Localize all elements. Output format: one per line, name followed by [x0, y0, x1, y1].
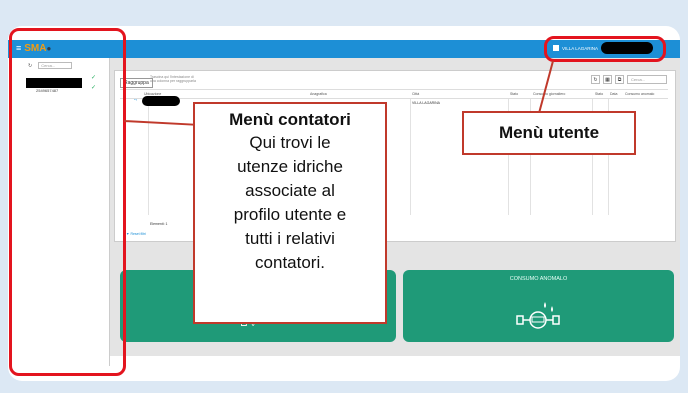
export-icon[interactable]: ⧉: [615, 75, 624, 84]
water-meter-icon: [516, 302, 560, 329]
reset-filters-link[interactable]: ▼ Reset filtri: [126, 232, 146, 236]
reset-label: Reset filtri: [130, 232, 146, 236]
refresh-icon[interactable]: ↻: [591, 75, 600, 84]
col-header[interactable]: Consumo anomalo: [625, 92, 654, 96]
callout-line: tutti i relativi: [245, 229, 335, 248]
col-header[interactable]: Stato: [595, 92, 603, 96]
table-toolbar: ↻ ▦ ⧉ Cerca...: [591, 75, 667, 84]
group-hint-line: una colonna per raggrupparla: [150, 79, 196, 83]
callout-line: utenze idriche: [237, 157, 343, 176]
col-header[interactable]: Stato: [510, 92, 518, 96]
card-title: CONSUMO ANOMALO: [509, 276, 568, 282]
group-hint: Trascina qui l'intestazione di una colon…: [150, 75, 196, 83]
callout-title: Menù contatori: [229, 110, 351, 129]
row-link-icon[interactable]: ↪: [134, 98, 137, 102]
table-header: Ubicazione Anagrafica Città Stato Consum…: [120, 89, 668, 99]
col-header[interactable]: Data: [610, 92, 617, 96]
row-city: VILLA LAGARINA: [412, 101, 441, 105]
table-row-redacted[interactable]: [142, 96, 180, 106]
highlight-sidebar: [9, 28, 126, 376]
callout-title: Menù utente: [498, 123, 600, 142]
col-header[interactable]: Consumo giornaliero: [533, 92, 565, 96]
element-count: Elementi: 1: [150, 222, 168, 226]
highlight-user-menu: [544, 36, 666, 62]
col-header[interactable]: Città: [412, 92, 419, 96]
columns-icon[interactable]: ▦: [603, 75, 612, 84]
callout-line: associate al: [245, 181, 335, 200]
callout-body: Qui trovi le utenze idriche associate al…: [195, 131, 385, 275]
user-menu-callout: Menù utente: [462, 111, 636, 155]
anomalous-consumption-card[interactable]: CONSUMO ANOMALO: [403, 270, 674, 342]
callout-line: Qui trovi le: [249, 133, 331, 152]
callout-line: contatori.: [255, 253, 325, 272]
col-divider: [410, 99, 411, 215]
col-divider: [148, 99, 149, 215]
callout-line: profilo utente e: [233, 205, 347, 224]
meters-menu-callout: Menù contatori Qui trovi le utenze idric…: [193, 102, 387, 324]
table-search-input[interactable]: Cerca...: [627, 75, 667, 84]
col-header[interactable]: Anagrafica: [310, 92, 327, 96]
